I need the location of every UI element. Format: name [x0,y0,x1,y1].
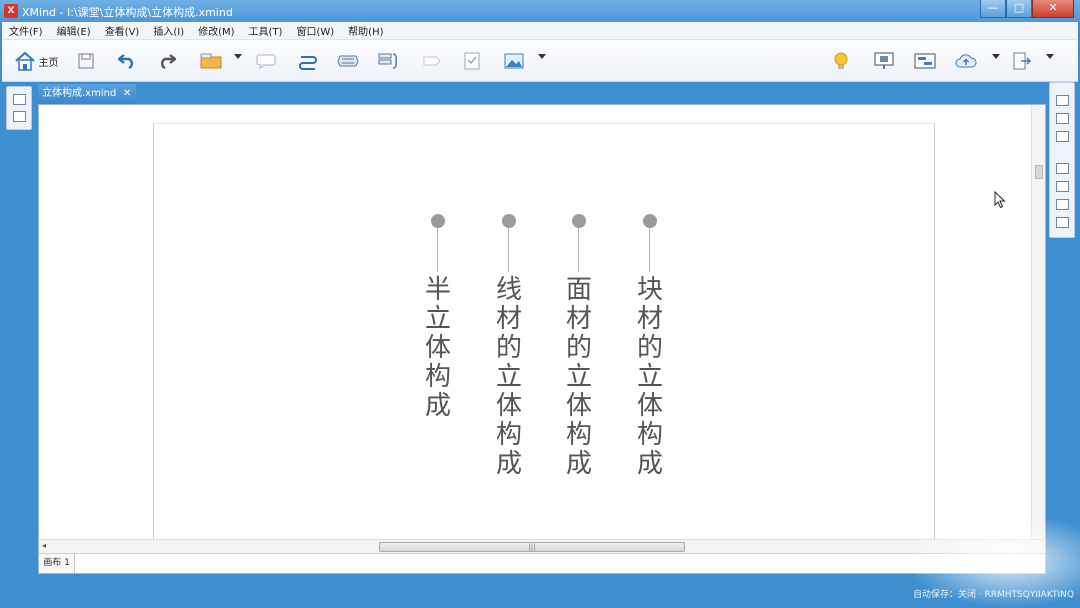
topic-dot [572,214,586,228]
editor-tab[interactable]: 立体构成.xmind ✕ [38,84,137,104]
right-panel-strip [1049,82,1075,238]
topic-connector [649,228,650,272]
summary-icon [378,53,397,69]
insert-image-button[interactable] [502,49,526,73]
image-icon [504,53,524,69]
horizontal-scroll-thumb[interactable]: ||| [379,542,685,552]
save-button[interactable] [76,49,96,73]
menu-view[interactable]: 查看(V) [98,23,147,38]
sheet-tab-1[interactable]: 画布 1 [39,554,75,573]
menu-edit[interactable]: 编辑(E) [50,23,98,38]
topic-label[interactable]: 半立体构成 [422,276,454,421]
layout-button[interactable] [912,49,938,73]
topic-dot [643,214,657,228]
scroll-left-arrow-icon[interactable]: ◂ [42,541,46,550]
vertical-scrollbar[interactable] [1031,105,1045,539]
topic-label[interactable]: 块材的立体构成 [634,276,666,479]
boundary-button[interactable] [336,49,360,73]
overview-panel-icon[interactable] [1056,113,1069,124]
menu-tools[interactable]: 工具(T) [242,23,290,38]
home-button[interactable]: 主页 [8,49,64,73]
export-dropdown-arrow[interactable] [1046,54,1054,59]
topic-connector [437,228,438,272]
window-title: XMind - I:\课堂\立体构成\立体构成.xmind [22,6,233,19]
minimize-button[interactable]: — [980,0,1006,18]
home-icon [14,51,35,71]
toolbar: 主页 [2,40,1078,82]
export-button[interactable] [1010,49,1034,73]
tasks-panel-icon[interactable] [1056,217,1069,228]
status-bar: 自动保存：关闭 · RRMHTSQYIIAKTINQ [0,578,1080,608]
tab-close-icon[interactable]: ✕ [123,84,131,104]
marker-icon [423,56,441,66]
close-window-button[interactable]: ✕ [1032,0,1074,18]
sheet-tab-bar: 画布 1 [39,553,1045,573]
topic-icon [200,53,222,69]
notes-button[interactable] [460,49,484,73]
layout-icon [914,53,936,69]
redo-icon [161,54,176,69]
editor-tab-label: 立体构成.xmind [42,88,117,99]
status-text: 自动保存：关闭 · RRMHTSQYIIAKTINQ [912,590,1074,600]
brainstorm-button[interactable] [830,49,852,73]
topic-dropdown-arrow[interactable] [234,54,242,59]
share-dropdown-arrow[interactable] [992,54,1000,59]
editor-area: 半立体构成 线材的立体构成 面材的立体构成 块材的立体构成 ◂ ||| 画布 1 [38,104,1046,574]
panel-minimize-icon[interactable] [13,94,26,105]
topic-label[interactable]: 线材的立体构成 [493,276,525,479]
boundary-icon [337,55,359,67]
presentation-button[interactable] [872,49,896,73]
mouse-cursor-icon [994,191,1006,209]
topic-dot [431,214,445,228]
relationship-button[interactable] [296,49,320,73]
notes-panel-icon[interactable] [1056,199,1069,210]
zoom-panel-icon[interactable] [1056,131,1069,142]
mindmap-canvas[interactable]: 半立体构成 线材的立体构成 面材的立体构成 块材的立体构成 [153,123,935,541]
topic-dot [502,214,516,228]
undo-icon [118,54,133,69]
menu-bar: 文件(F) 编辑(E) 查看(V) 插入(I) 修改(M) 工具(T) 窗口(W… [2,22,1078,40]
share-upload-button[interactable] [954,49,978,73]
home-label: 主页 [38,57,59,69]
idea-bulb-icon [834,52,848,69]
left-panel-strip [6,86,32,130]
callout-button[interactable] [254,49,278,73]
menu-insert[interactable]: 插入(I) [146,23,191,38]
topic-connector [578,228,579,272]
title-bar: X XMind - I:\课堂\立体构成\立体构成.xmind — □ ✕ [0,0,1080,22]
markers-panel-icon[interactable] [1056,163,1069,174]
insert-topic-button[interactable] [198,49,224,73]
menu-help[interactable]: 帮助(H) [341,23,390,38]
image-dropdown-arrow[interactable] [538,54,546,59]
notes-icon [464,52,480,70]
outline-panel-icon[interactable] [13,111,26,122]
menu-file[interactable]: 文件(F) [2,23,50,38]
relationship-icon [299,56,317,70]
topic-label[interactable]: 面材的立体构成 [563,276,595,479]
editor-tab-bar: 立体构成.xmind ✕ [38,84,1044,104]
marker-button[interactable] [420,49,444,73]
horizontal-scrollbar[interactable]: ◂ ||| [39,539,1045,553]
export-icon [1013,52,1032,70]
xmind-logo-icon: X [4,4,18,18]
undo-button[interactable] [116,49,138,73]
menu-modify[interactable]: 修改(M) [191,23,241,38]
cloud-upload-icon [955,54,977,68]
menu-window[interactable]: 窗口(W) [289,23,341,38]
topic-connector [508,228,509,272]
callout-icon [256,54,276,69]
window-controls: — □ ✕ [980,0,1074,18]
maximize-button[interactable]: □ [1006,0,1032,18]
save-icon [78,53,94,69]
summary-button[interactable] [376,49,400,73]
redo-button[interactable] [156,49,178,73]
presentation-icon [874,52,894,69]
styles-panel-icon[interactable] [1056,181,1069,192]
vertical-scroll-thumb[interactable] [1035,165,1043,179]
properties-panel-icon[interactable] [1056,95,1069,106]
